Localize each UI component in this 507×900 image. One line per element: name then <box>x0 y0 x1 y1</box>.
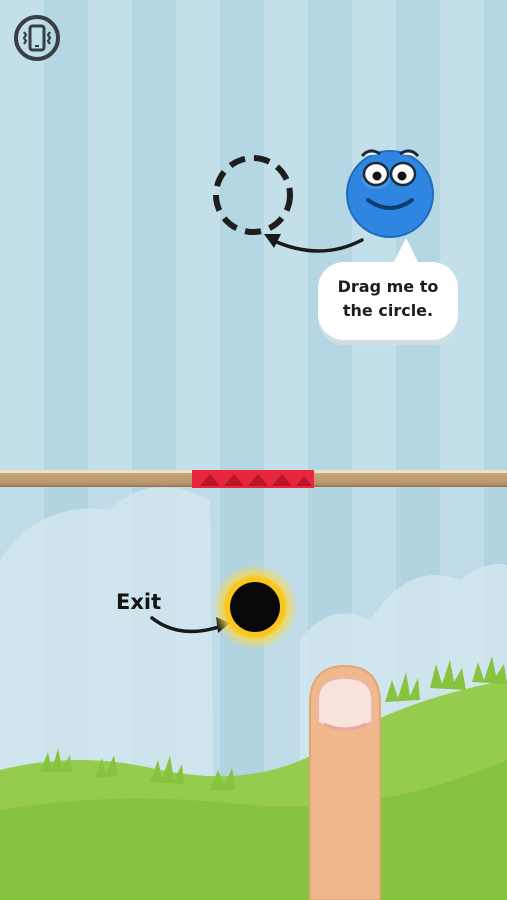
exit-label: Exit <box>116 590 162 614</box>
hint-text-line1: Drag me to <box>337 277 439 296</box>
red-spikes-hazard <box>192 470 314 488</box>
tutorial-finger-pointer <box>309 664 381 900</box>
vibrate-phone-icon <box>14 15 60 61</box>
game-scene: Drag me to the circle. Exit <box>0 0 507 900</box>
blue-ball-character[interactable] <box>344 144 436 240</box>
speech-bubble: Drag me to the circle. <box>318 262 458 340</box>
exit-hole <box>230 582 280 632</box>
ground-hills <box>0 487 507 900</box>
hint-text: Drag me to the circle. <box>318 275 458 323</box>
vibrate-toggle-button[interactable] <box>13 14 61 62</box>
hint-text-line2: the circle. <box>342 301 434 320</box>
dashed-circle-target <box>213 155 293 235</box>
